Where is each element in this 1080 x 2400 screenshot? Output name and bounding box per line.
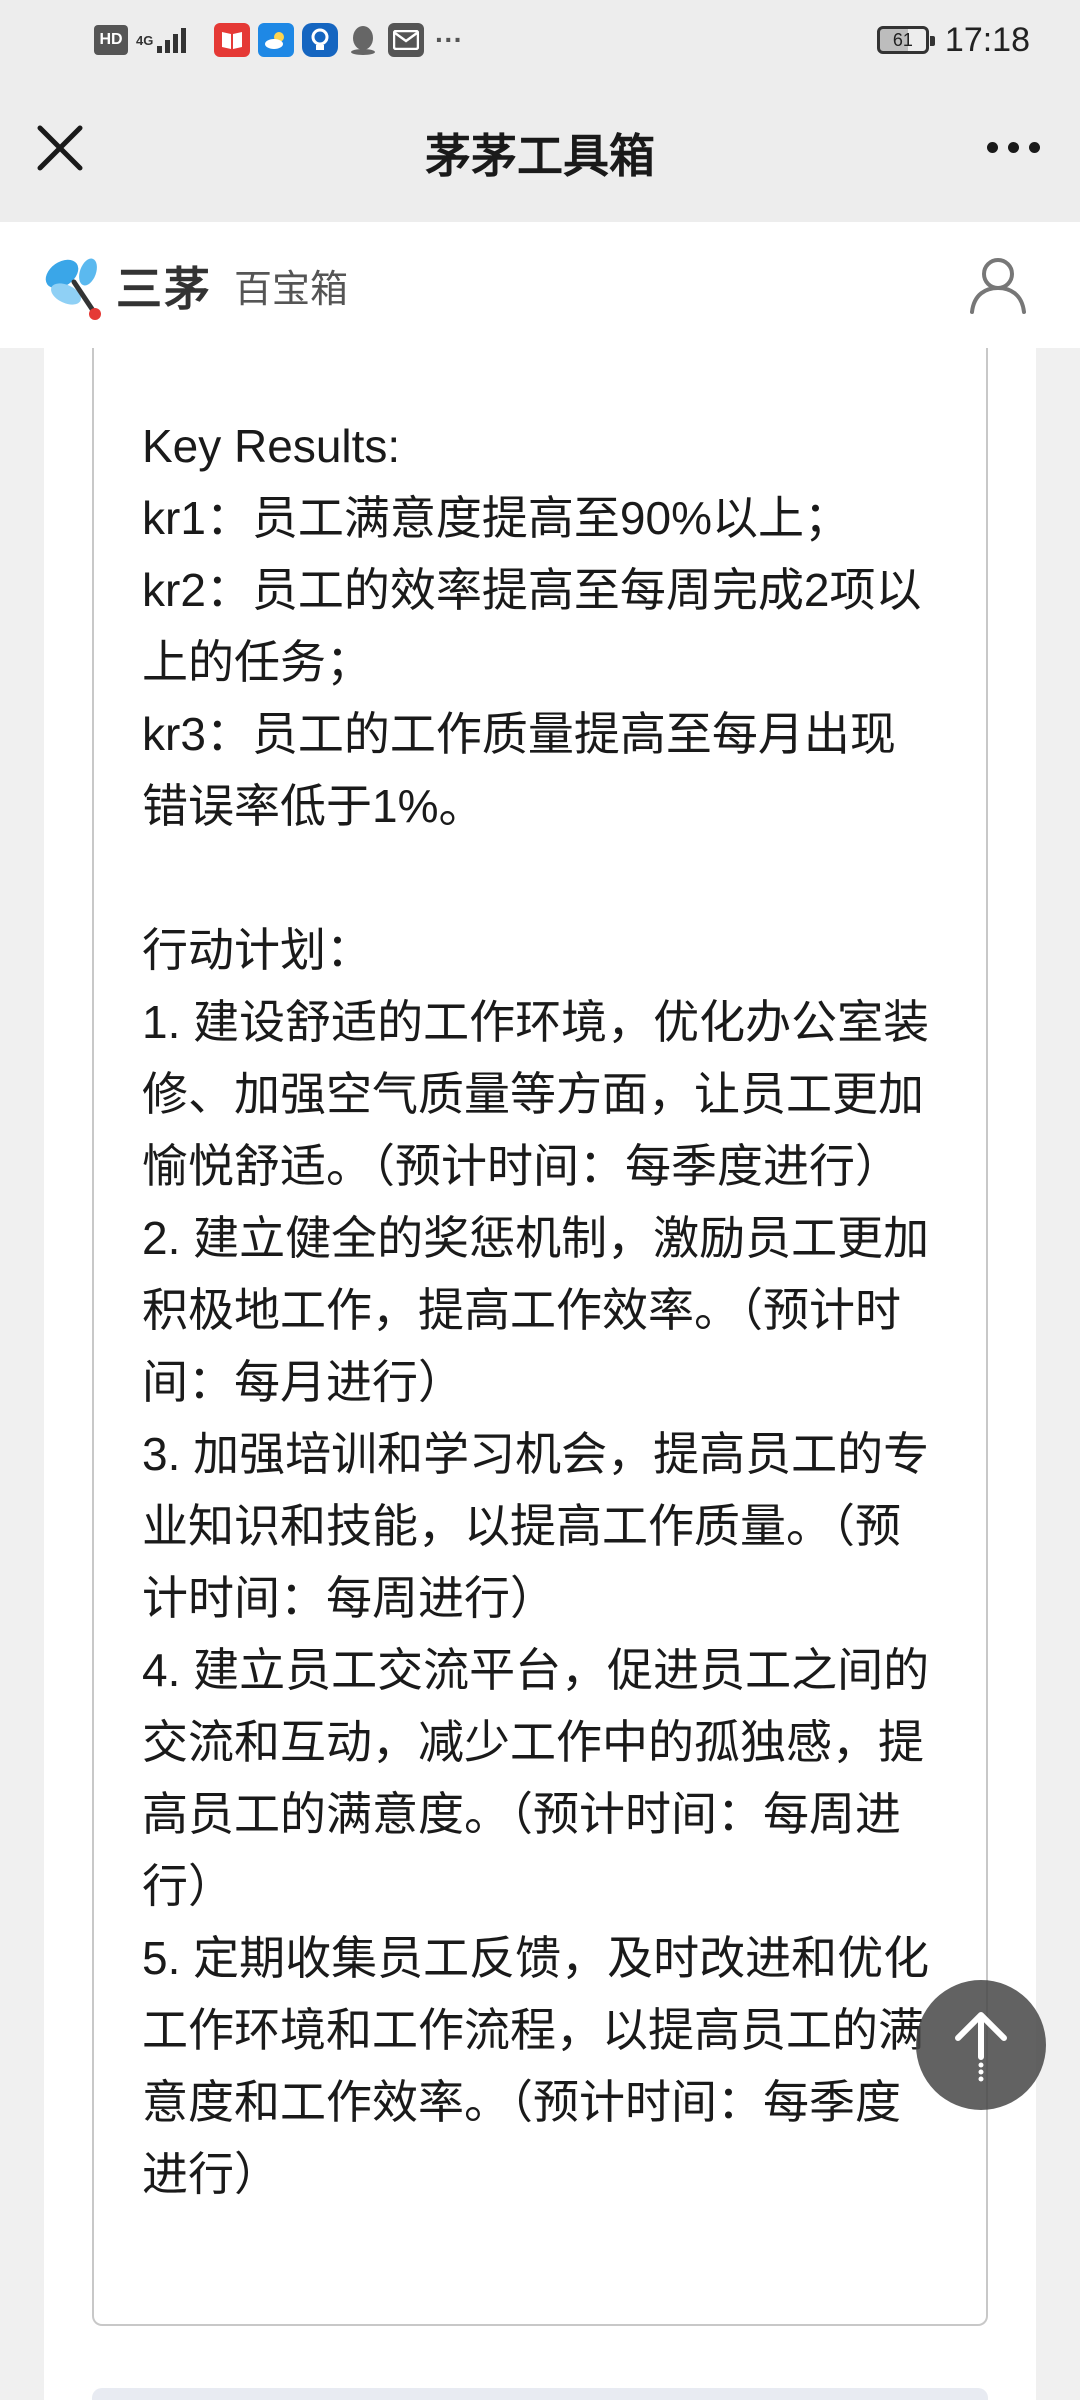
clock: 17:18 xyxy=(944,20,1030,59)
hd-icon: HD xyxy=(94,25,128,55)
user-icon xyxy=(970,258,1026,314)
battery-level: 61 xyxy=(892,29,913,50)
next-section-edge xyxy=(92,2388,988,2400)
page-title: 茅茅工具箱 xyxy=(425,130,655,182)
arrow-up-icon xyxy=(955,2012,1007,2082)
site-subtitle: 百宝箱 xyxy=(234,269,349,311)
logo-text: 三茅 xyxy=(116,263,212,315)
site-logo[interactable]: 三茅 xyxy=(40,246,212,326)
more-notifications-icon: ··· xyxy=(435,24,463,55)
status-bar: HD 4G ··· 61 17:18 xyxy=(0,0,1080,78)
status-right: 61 17:18 xyxy=(876,18,1030,62)
scroll-to-top-button[interactable] xyxy=(916,1980,1046,2110)
status-icons: HD 4G ··· xyxy=(94,20,466,60)
bulb-app-icon xyxy=(302,23,338,57)
network-type: 4G xyxy=(136,32,154,48)
battery-icon: 61 xyxy=(876,26,935,54)
result-textbox[interactable]: Key Results: kr1：员工满意度提高至90%以上； kr2：员工的效… xyxy=(92,348,988,2326)
dragonfly-logo-icon xyxy=(45,258,101,320)
weather-app-icon xyxy=(258,23,294,57)
penguin-app-icon xyxy=(346,23,380,57)
site-header: 三茅 百宝箱 xyxy=(0,222,1080,349)
mail-app-icon xyxy=(388,23,424,57)
more-dots-icon xyxy=(986,141,998,153)
title-bar: 茅茅工具箱 xyxy=(0,78,1080,222)
user-profile-button[interactable] xyxy=(966,252,1030,316)
okr-result-text: Key Results: kr1：员工满意度提高至90%以上； kr2：员工的效… xyxy=(142,420,930,2200)
reader-app-icon xyxy=(214,23,250,57)
signal-icon: 4G xyxy=(136,23,206,57)
more-options-button[interactable] xyxy=(978,122,1048,172)
